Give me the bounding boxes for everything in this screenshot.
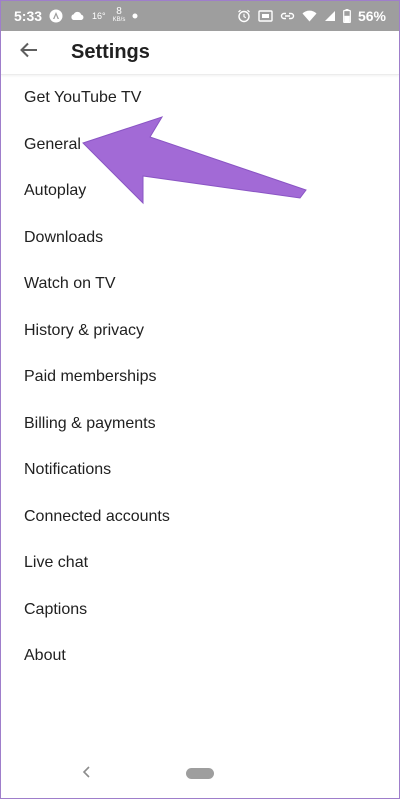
settings-item-label: Watch on TV — [24, 275, 116, 293]
app-a-icon — [49, 9, 63, 23]
battery-percent: 56% — [357, 8, 386, 24]
settings-item-notifications[interactable]: Notifications — [1, 447, 399, 494]
settings-item-billing-payments[interactable]: Billing & payments — [1, 401, 399, 448]
settings-item-watch-on-tv[interactable]: Watch on TV — [1, 261, 399, 308]
settings-list: Get YouTube TV General Autoplay Download… — [1, 75, 399, 680]
signal-icon — [324, 10, 336, 22]
nav-bar — [1, 748, 399, 798]
cloud-icon — [70, 11, 85, 21]
dot-icon — [132, 13, 138, 19]
temperature: 16° — [92, 10, 106, 21]
cast-icon — [258, 10, 273, 22]
settings-item-get-youtube-tv[interactable]: Get YouTube TV — [1, 75, 399, 122]
link-icon — [280, 11, 295, 21]
nav-back-icon[interactable] — [77, 762, 97, 782]
settings-item-label: Connected accounts — [24, 507, 170, 525]
back-button[interactable] — [9, 33, 49, 73]
settings-item-label: History & privacy — [24, 321, 145, 339]
settings-item-label: Paid memberships — [24, 368, 157, 386]
net-speed-unit: KB/s — [112, 17, 126, 23]
settings-item-label: Live chat — [24, 554, 89, 572]
net-speed-value: 8 — [116, 6, 122, 17]
settings-item-downloads[interactable]: Downloads — [1, 215, 399, 262]
settings-item-label: Captions — [24, 600, 88, 618]
arrow-back-icon — [20, 42, 38, 63]
page-title: Settings — [71, 41, 150, 63]
settings-item-connected-accounts[interactable]: Connected accounts — [1, 494, 399, 541]
status-bar: 5:33 16° 8 KB/s 56% — [1, 1, 399, 31]
settings-item-autoplay[interactable]: Autoplay — [1, 168, 399, 215]
home-pill-icon[interactable] — [186, 768, 214, 779]
settings-item-captions[interactable]: Captions — [1, 587, 399, 634]
settings-item-general[interactable]: General — [1, 122, 399, 169]
net-speed: 8 KB/s — [112, 6, 126, 24]
wifi-icon — [302, 10, 317, 22]
settings-item-label: Notifications — [24, 461, 112, 479]
settings-item-label: Downloads — [24, 228, 104, 246]
settings-item-label: General — [24, 135, 81, 153]
battery-icon — [343, 9, 351, 23]
status-time: 5:33 — [14, 8, 43, 24]
settings-item-history-privacy[interactable]: History & privacy — [1, 308, 399, 355]
settings-item-label: Billing & payments — [24, 414, 156, 432]
settings-item-paid-memberships[interactable]: Paid memberships — [1, 354, 399, 401]
settings-item-label: Autoplay — [24, 182, 87, 200]
settings-item-label: About — [24, 647, 66, 665]
app-bar: Settings — [1, 31, 399, 75]
settings-item-live-chat[interactable]: Live chat — [1, 540, 399, 587]
alarm-icon — [237, 9, 251, 23]
settings-item-about[interactable]: About — [1, 633, 399, 680]
settings-item-label: Get YouTube TV — [24, 89, 142, 107]
